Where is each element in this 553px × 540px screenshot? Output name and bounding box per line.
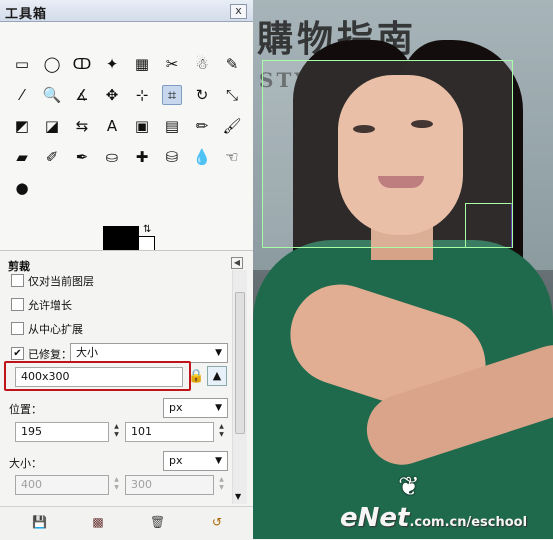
fixed-mode-value: 大小 <box>76 346 98 359</box>
allow-growing-label: 允许增长 <box>28 299 72 312</box>
heal-icon[interactable]: ✚ <box>132 147 152 167</box>
rotate-icon[interactable]: ↻ <box>192 85 212 105</box>
logo-suffix-text: .com.cn/eschool <box>409 515 528 530</box>
scissors-icon[interactable]: ✂ <box>162 54 182 74</box>
size-unit-select[interactable]: px ▼ <box>163 451 228 471</box>
ink-icon[interactable]: ✒ <box>72 147 92 167</box>
chevron-down-icon: ▼ <box>215 348 222 358</box>
flip-icon[interactable]: ⇆ <box>72 116 92 136</box>
expand-from-center-checkbox[interactable] <box>11 322 24 335</box>
position-y-spinner[interactable]: ▲ ▼ <box>217 423 226 441</box>
delete-options-icon[interactable]: 🗑 <box>150 515 165 529</box>
color-select-icon[interactable]: ▦ <box>132 54 152 74</box>
position-unit-value: px <box>169 401 183 414</box>
save-options-icon[interactable]: 💾 <box>32 515 47 529</box>
foreground-color-swatch[interactable] <box>103 226 139 250</box>
chevron-down-icon: ▼ <box>215 403 222 413</box>
chevron-down-icon: ▼ <box>215 456 222 466</box>
color-picker-icon[interactable]: ⁄ <box>12 85 32 105</box>
tool-options-title: 剪裁 <box>8 260 30 273</box>
tools-grid: ▭ ◯ ↀ ✦ ▦ ✂ ☃ ✎ ⁄ 🔍 ∡ ✥ ⊹ ⌗ ↻ ⤡ ◩ ◪ ⇆ A ▣ ▤ ✏ 🖌 ▰ ✐ ✒ ⛀ ✚ ⛁ 💧 ☜ ● ⇅ <box>0 22 253 250</box>
fixed-mode-select[interactable]: 大小 ▼ <box>70 343 228 363</box>
move-icon[interactable]: ✥ <box>102 85 122 105</box>
reset-options-icon[interactable]: ↺ <box>210 515 224 529</box>
dodge-burn-icon[interactable]: ● <box>12 178 32 198</box>
fuzzy-select-icon[interactable]: ✦ <box>102 54 122 74</box>
bottom-toolbar: 💾 ▩ 🗑 ↺ <box>0 506 253 540</box>
position-unit-select[interactable]: px ▼ <box>163 398 228 418</box>
foreground-select-icon[interactable]: ☃ <box>192 54 212 74</box>
current-layer-only-checkbox[interactable] <box>11 274 24 287</box>
size-width-input[interactable]: 400 <box>15 475 109 495</box>
fixed-checkbox[interactable]: ✔ <box>11 347 24 360</box>
expand-from-center-label: 从中心扩展 <box>28 323 83 336</box>
options-scrollbar[interactable]: ▼ <box>232 270 247 504</box>
current-layer-only-label: 仅对当前图层 <box>28 275 94 288</box>
restore-options-icon[interactable]: ▩ <box>91 515 105 529</box>
collapse-icon[interactable]: ◀ <box>231 257 243 269</box>
position-label: 位置： <box>9 403 42 416</box>
align-icon[interactable]: ⊹ <box>132 85 152 105</box>
position-y-input[interactable]: 101 <box>125 422 214 442</box>
crop-resize-handle[interactable] <box>465 203 512 248</box>
highlight-annotation <box>4 361 191 391</box>
position-x-input[interactable]: 195 <box>15 422 109 442</box>
close-button[interactable]: x <box>230 4 247 19</box>
landscape-orientation-icon[interactable]: ▲ <box>207 366 227 386</box>
enet-logo: eNet.com.cn/eschool <box>340 503 527 533</box>
fixed-label: 已修复： <box>28 348 72 361</box>
scrollbar-thumb[interactable] <box>235 292 245 434</box>
allow-growing-checkbox[interactable] <box>11 298 24 311</box>
swap-colors-icon[interactable]: ⇅ <box>143 224 151 235</box>
paths-icon[interactable]: ✎ <box>222 54 242 74</box>
lock-chain-icon[interactable]: 🔒 <box>188 369 204 384</box>
measure-icon[interactable]: ∡ <box>72 85 92 105</box>
pencil-icon[interactable]: ✏ <box>192 116 212 136</box>
toolbox-window: 工具箱 x ▭ ◯ ↀ ✦ ▦ ✂ ☃ ✎ ⁄ 🔍 ∡ ✥ ⊹ ⌗ ↻ ⤡ ◩ ◪ ⇆ A ▣ ▤ ✏ 🖌 ▰ ✐ ✒ ⛀ ✚ ⛁ 💧 ☜ ● … <box>0 0 253 540</box>
blend-icon[interactable]: ▤ <box>162 116 182 136</box>
rect-select-icon[interactable]: ▭ <box>12 54 32 74</box>
logo-main-text: eNet <box>340 503 410 533</box>
size-unit-value: px <box>169 454 183 467</box>
butterfly-logo-icon: ❦ <box>398 472 420 502</box>
free-select-icon[interactable]: ↀ <box>72 54 92 74</box>
ellipse-select-icon[interactable]: ◯ <box>42 54 62 74</box>
window-title: 工具箱 <box>5 7 48 22</box>
perspective-clone-icon[interactable]: ⛁ <box>162 147 182 167</box>
clone-icon[interactable]: ⛀ <box>102 147 122 167</box>
scale-icon[interactable]: ⤡ <box>222 85 242 105</box>
shear-icon[interactable]: ◩ <box>12 116 32 136</box>
size-width-spinner[interactable]: ▲ ▼ <box>112 476 121 494</box>
perspective-icon[interactable]: ◪ <box>42 116 62 136</box>
crop-icon[interactable]: ⌗ <box>162 85 182 105</box>
smudge-icon[interactable]: ☜ <box>222 147 242 167</box>
blur-icon[interactable]: 💧 <box>192 147 212 167</box>
title-bar: 工具箱 x <box>0 0 253 22</box>
size-label: 大小： <box>9 457 42 470</box>
text-icon[interactable]: A <box>102 116 122 136</box>
scroll-down-arrow-icon[interactable]: ▼ <box>235 492 241 501</box>
size-height-input[interactable]: 300 <box>125 475 214 495</box>
paintbrush-icon[interactable]: 🖌 <box>222 116 242 136</box>
size-height-spinner[interactable]: ▲ ▼ <box>217 476 226 494</box>
airbrush-icon[interactable]: ✐ <box>42 147 62 167</box>
zoom-icon[interactable]: 🔍 <box>42 85 62 105</box>
position-x-spinner[interactable]: ▲ ▼ <box>112 423 121 441</box>
bucket-fill-icon[interactable]: ▣ <box>132 116 152 136</box>
eraser-icon[interactable]: ▰ <box>12 147 32 167</box>
